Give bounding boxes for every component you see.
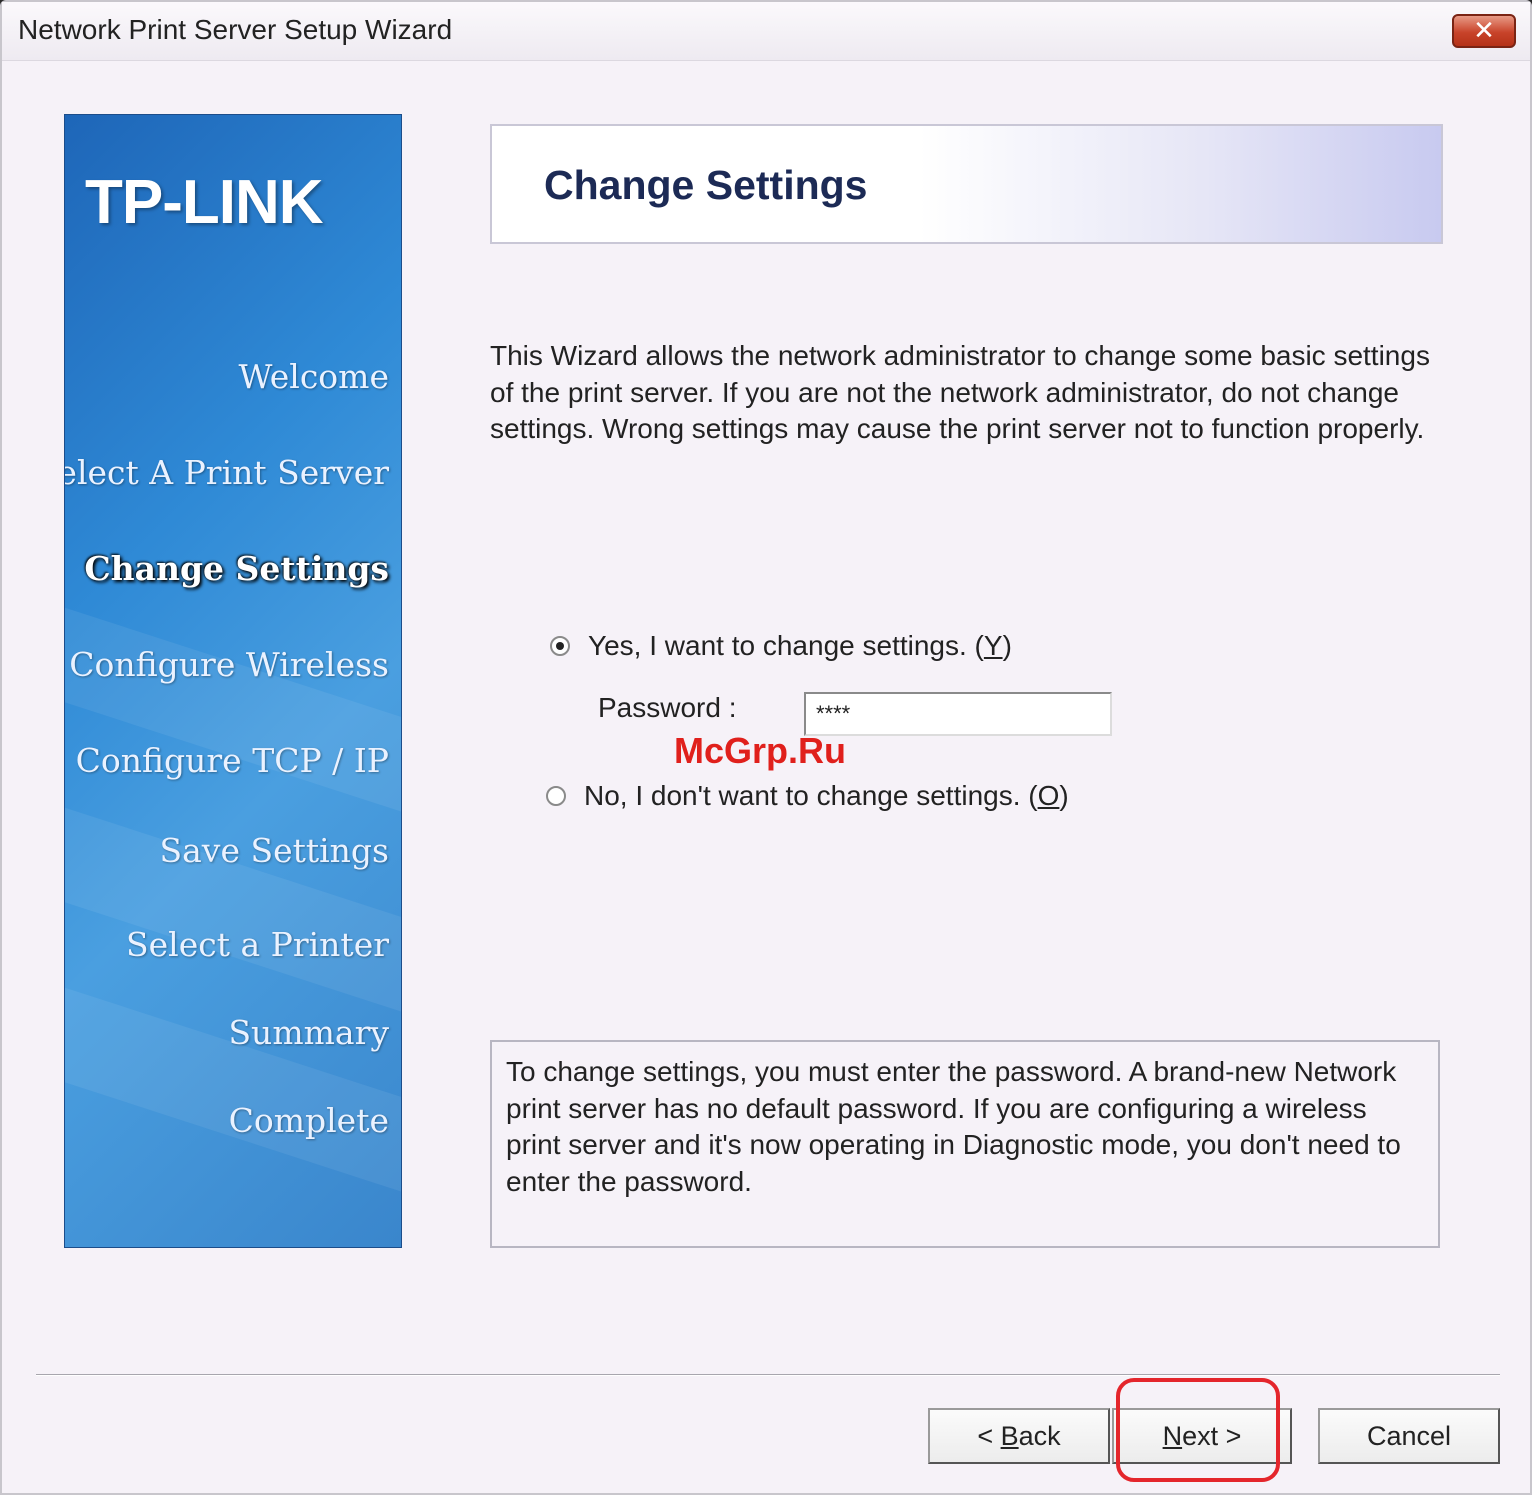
- option-no-change-settings[interactable]: No, I don't want to change settings. (O): [546, 780, 1069, 812]
- step-configure-wireless: Configure Wireless: [69, 645, 389, 684]
- radio-no[interactable]: [546, 786, 566, 806]
- next-button-label: Next >: [1162, 1420, 1242, 1451]
- step-configure-tcp-ip: Configure TCP / IP: [75, 741, 389, 780]
- back-button[interactable]: < Back: [928, 1408, 1110, 1464]
- step-welcome: Welcome: [238, 357, 389, 396]
- close-button[interactable]: ✕: [1452, 14, 1516, 48]
- option-yes-change-settings[interactable]: Yes, I want to change settings. (Y): [550, 630, 1012, 662]
- password-field[interactable]: [804, 692, 1112, 736]
- title-bar: Network Print Server Setup Wizard ✕: [2, 2, 1530, 61]
- page-title: Change Settings: [544, 162, 868, 208]
- divider: [36, 1374, 1500, 1376]
- option-no-label: No, I don't want to change settings. (O): [584, 780, 1069, 811]
- info-box: To change settings, you must enter the p…: [490, 1040, 1440, 1248]
- window-title: Network Print Server Setup Wizard: [18, 14, 453, 45]
- step-select-printer: Select a Printer: [126, 925, 389, 964]
- radio-yes[interactable]: [550, 636, 570, 656]
- step-select-print-server: Select A Print Server: [64, 453, 389, 492]
- info-text: To change settings, you must enter the p…: [506, 1056, 1401, 1197]
- wizard-window: Network Print Server Setup Wizard ✕ TP-L…: [0, 0, 1532, 1495]
- wizard-steps-sidebar: TP-LINK Welcome Select A Print Server Ch…: [64, 114, 402, 1248]
- tp-link-logo: TP-LINK: [85, 168, 324, 237]
- close-icon: ✕: [1473, 16, 1495, 46]
- step-complete: Complete: [228, 1101, 389, 1140]
- sidebar-decoration: [65, 596, 401, 844]
- step-change-settings: Change Settings: [84, 549, 389, 588]
- page-header: Change Settings: [490, 124, 1443, 244]
- password-label: Password :: [598, 692, 737, 723]
- back-button-label: < Back: [977, 1420, 1061, 1451]
- description-text: This Wizard allows the network administr…: [490, 340, 1430, 444]
- cancel-button[interactable]: Cancel: [1318, 1408, 1500, 1464]
- step-save-settings: Save Settings: [159, 831, 389, 870]
- next-button[interactable]: Next >: [1112, 1408, 1292, 1464]
- option-yes-label: Yes, I want to change settings. (Y): [588, 630, 1012, 661]
- watermark: McGrp.Ru: [674, 730, 847, 771]
- step-summary: Summary: [228, 1013, 389, 1052]
